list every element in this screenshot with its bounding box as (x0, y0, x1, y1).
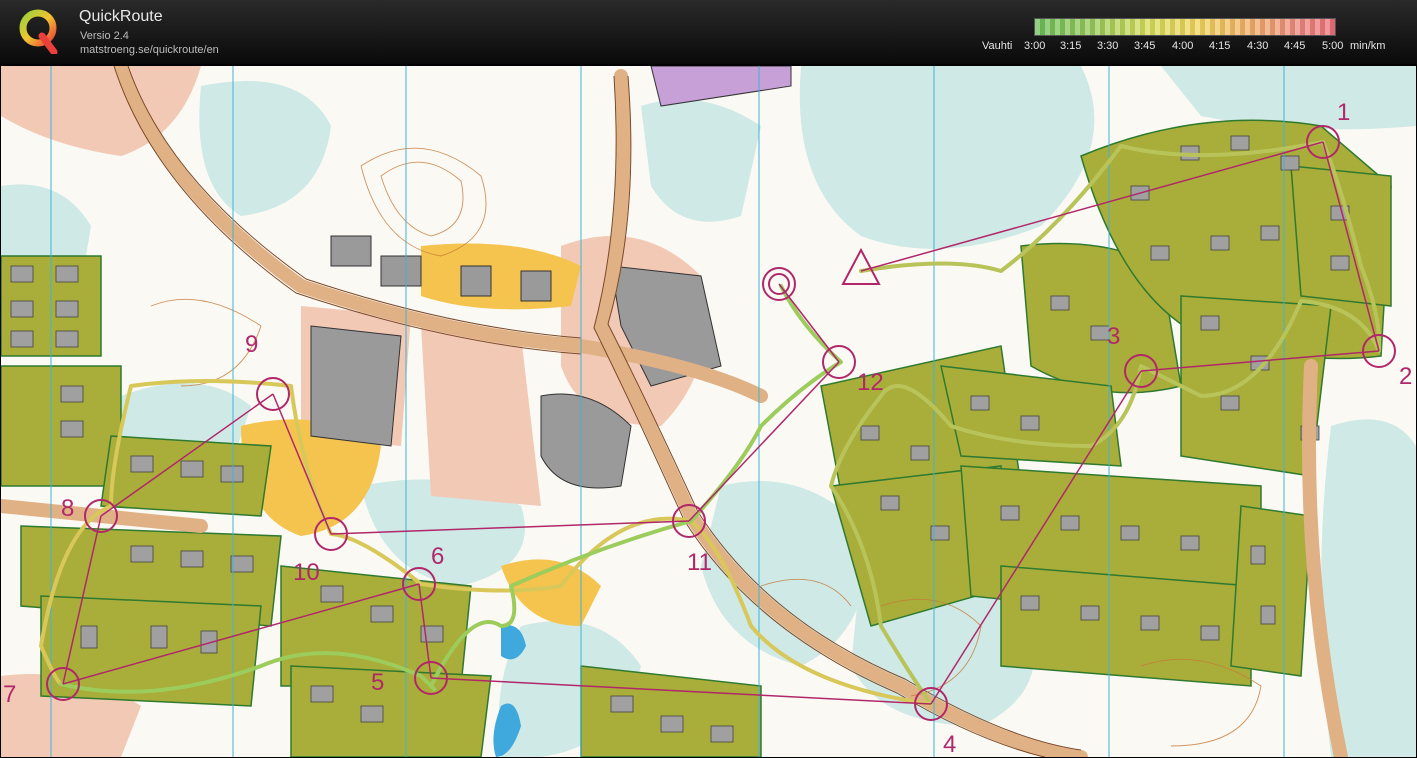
pace-tick: 4:15 (1209, 40, 1231, 52)
pace-tick: 4:00 (1172, 40, 1194, 52)
app-version: Versio 2.4 (80, 30, 129, 42)
control-label-1: 1 (1337, 99, 1350, 126)
pace-tick: 3:30 (1097, 40, 1119, 52)
pace-label: Vauhti (982, 40, 1013, 52)
control-label-3: 3 (1107, 323, 1120, 350)
map-canvas: 1 2 3 4 5 6 7 8 9 10 11 12 (1, 66, 1416, 757)
control-label-4: 4 (943, 731, 956, 757)
control-label-8: 8 (61, 495, 74, 522)
pace-color-scale (1034, 18, 1336, 36)
control-label-7: 7 (3, 681, 16, 708)
title-bar: QuickRoute Versio 2.4 matstroeng.se/quic… (0, 0, 1417, 64)
control-label-11: 11 (687, 549, 712, 576)
app-title: QuickRoute (79, 8, 163, 25)
control-label-5: 5 (371, 669, 384, 696)
control-label-9: 9 (245, 331, 258, 358)
pace-tick: 5:00 (1322, 40, 1344, 52)
pace-unit: min/km (1350, 40, 1386, 52)
pace-tick: 3:15 (1060, 40, 1082, 52)
quickroute-logo-icon (19, 9, 58, 54)
app-url[interactable]: matstroeng.se/quickroute/en (80, 44, 219, 56)
pace-tick: 4:45 (1284, 40, 1306, 52)
control-label-10: 10 (293, 559, 320, 586)
pace-tick: 3:45 (1134, 40, 1156, 52)
control-label-2: 2 (1399, 363, 1412, 390)
control-label-12: 12 (857, 369, 884, 396)
pace-tick: 3:00 (1024, 40, 1046, 52)
orienteering-map[interactable]: 1 2 3 4 5 6 7 8 9 10 11 12 (1, 66, 1416, 757)
control-label-6: 6 (431, 543, 444, 570)
pace-tick: 4:30 (1247, 40, 1269, 52)
